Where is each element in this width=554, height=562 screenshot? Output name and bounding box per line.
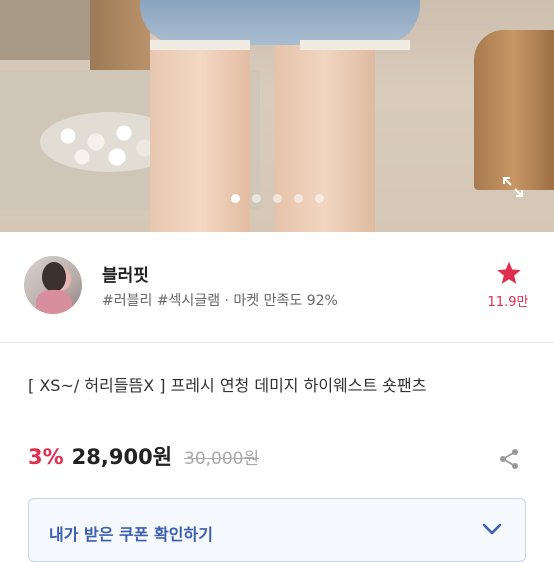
shorts-fringe [150,40,250,50]
coupon-label: 내가 받은 쿠폰 확인하기 [49,525,213,544]
chevron-down-icon [482,523,502,535]
seller-tags: #러블리 #섹시글램 · 마켓 만족도 92% [102,293,338,309]
seller-name[interactable]: 블러핏 [102,261,149,286]
discount-rate: 3% [28,445,64,469]
gallery-dot[interactable] [293,194,303,203]
expand-icon[interactable] [502,176,524,198]
gallery-dot[interactable] [314,194,324,203]
likes-count: 11.9만 [487,295,529,310]
original-price: 30,000원 [184,449,260,469]
shorts-fringe [300,40,410,50]
model-shorts [140,0,420,45]
star-icon[interactable] [496,260,522,286]
gallery-dot[interactable] [251,194,261,203]
product-title: [ XS~/ 허리들뜸X ] 프레시 연청 데미지 하이웨스트 숏팬츠 [28,376,427,395]
avatar[interactable] [24,256,82,314]
background-stump [474,30,554,190]
gallery-dot[interactable] [272,194,282,203]
gallery-dot[interactable] [230,194,240,203]
coupon-toggle-button[interactable]: 내가 받은 쿠폰 확인하기 [28,498,526,562]
price-row: 3% 28,900원 30,000원 [28,441,259,475]
gallery-pagination [0,194,554,203]
avatar-body [36,290,72,314]
product-image[interactable] [0,0,554,232]
avatar-hair [42,262,66,292]
share-icon[interactable] [497,447,521,471]
seller-section[interactable]: 블러핏 #러블리 #섹시글램 · 마켓 만족도 92% [0,232,554,343]
sale-price: 28,900원 [71,445,173,469]
